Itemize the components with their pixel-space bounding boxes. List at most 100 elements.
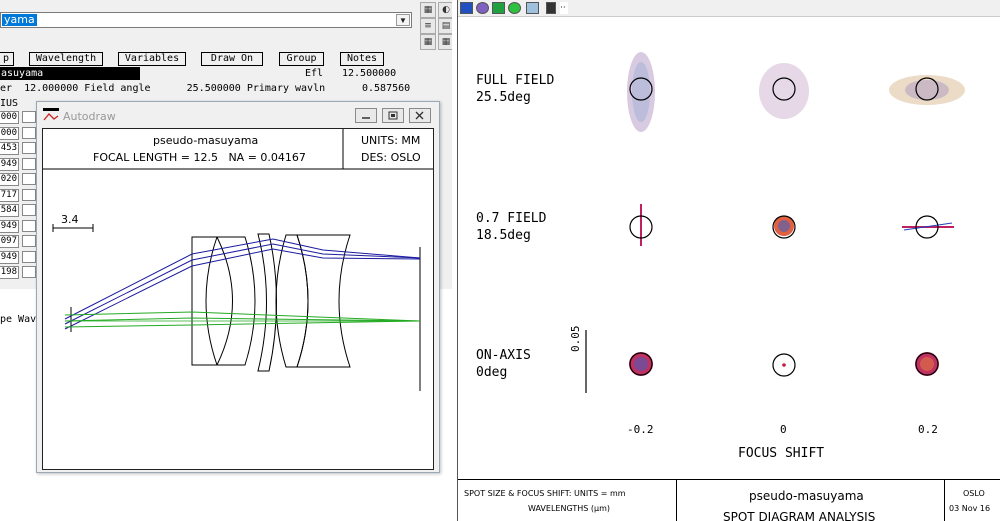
spot-full-field-pos — [889, 75, 965, 105]
graphics-toolbar: ⋅⋅ — [458, 0, 1000, 17]
variable-checkbox[interactable] — [22, 266, 36, 278]
autodraw-titlebar[interactable]: Autodraw — [37, 102, 439, 128]
focus-shift-label: FOCUS SHIFT — [738, 446, 825, 461]
grid-2-icon[interactable]: ▦ — [420, 34, 436, 50]
variable-checkbox[interactable] — [22, 142, 36, 154]
drawing-designer: DES: OSLO — [361, 151, 421, 164]
footer-left-cell: SPOT SIZE & FOCUS SHIFT: UNITS = mm WAVE… — [458, 480, 677, 521]
variable-checkbox[interactable] — [22, 250, 36, 263]
variable-checkbox[interactable] — [22, 157, 36, 170]
radius-cell[interactable]: 717 — [0, 188, 19, 202]
spot-full-field-neg — [627, 52, 655, 132]
table-row: 020 — [0, 173, 40, 189]
close-button[interactable] — [409, 108, 431, 123]
autodraw-icon — [43, 108, 59, 121]
grid-icon[interactable]: ▦ — [420, 2, 436, 18]
list-icon[interactable]: ≡ — [420, 18, 436, 34]
wavelength-button[interactable]: Wavelength — [29, 52, 103, 66]
drawing-focal-info: FOCAL LENGTH = 12.5 NA = 0.04167 — [93, 151, 306, 164]
radius-cell[interactable]: 198 — [0, 266, 19, 279]
spot-on-axis-zero — [772, 353, 796, 377]
group-button[interactable]: Group — [279, 52, 324, 66]
lens-drawing-canvas: pseudo-masuyama FOCAL LENGTH = 12.5 NA =… — [42, 128, 434, 470]
table-row: 949 — [0, 157, 40, 174]
lens-combo-text: yama — [2, 13, 37, 26]
drawing-units: UNITS: MM — [361, 134, 421, 147]
window-title: Autodraw — [63, 110, 116, 123]
lens-icon[interactable]: ◐ — [438, 2, 452, 18]
table-row: 949 — [0, 219, 40, 236]
table-row: 949 — [0, 250, 40, 267]
chevron-down-icon[interactable]: ▼ — [396, 14, 410, 26]
settings-icon[interactable] — [492, 2, 505, 14]
minimize-button[interactable] — [355, 108, 377, 123]
table-row: 453 — [0, 142, 40, 158]
footer-mid-cell: pseudo-masuyama SPOT DIAGRAM ANALYSIS — [677, 480, 945, 521]
radius-cell[interactable]: 097 — [0, 235, 19, 248]
radius-cell[interactable]: 453 — [0, 142, 19, 155]
scale-bar-label: 3.4 — [61, 213, 79, 226]
lens-name-field[interactable]: asuyama — [0, 67, 140, 80]
gear-icon[interactable] — [508, 2, 521, 14]
spot-diagram-window: ⋅⋅ FULL FIELD 25.5deg 0.7 FIELD 18.5deg ON… — [457, 0, 1000, 521]
radius-cell[interactable]: 000 — [0, 111, 19, 124]
spot-full-field-zero — [759, 63, 809, 119]
table-icon[interactable]: ▤ — [438, 18, 452, 34]
footer-right-cell: OSLO 03 Nov 16 — [945, 480, 1000, 521]
chart-icon[interactable] — [526, 2, 539, 14]
grid-3-icon[interactable]: ▦ — [438, 34, 452, 50]
spot-icon[interactable] — [476, 2, 489, 14]
radius-cell[interactable]: 584 — [0, 204, 19, 217]
table-row: 717 — [0, 188, 40, 205]
table-row: 097 — [0, 235, 40, 251]
spot-diagram-plot — [585, 52, 965, 393]
variable-checkbox[interactable] — [22, 188, 36, 201]
spot-on-axis-neg — [629, 352, 653, 376]
lens-selector-combo[interactable]: yama ▼ — [0, 12, 412, 28]
footer-date: 03 Nov 16 — [949, 504, 991, 513]
pointer-icon[interactable] — [546, 2, 556, 14]
radius-cell[interactable]: 949 — [0, 250, 19, 264]
lens-layout-drawing — [43, 129, 433, 391]
autodraw-window: Autodraw pseudo-masuyama FOCAL LENGTH = … — [36, 101, 440, 473]
wavefront-label: pe Wav — [0, 314, 37, 325]
field-info-row: er 12.000000 Field angle 25.500000 Prima… — [0, 83, 326, 94]
surface-table: 000 000 453 949 020 717 584 949 097 949 … — [0, 111, 40, 282]
table-row: 584 — [0, 204, 40, 220]
variable-checkbox[interactable] — [22, 219, 36, 232]
plot-footer: SPOT SIZE & FOCUS SHIFT: UNITS = mm WAVE… — [458, 479, 1000, 521]
variable-checkbox[interactable] — [22, 111, 36, 123]
spot-mid-field-zero — [772, 215, 796, 239]
focus-tick-zero: 0 — [780, 423, 787, 436]
notes-button[interactable]: Notes — [340, 52, 384, 66]
spreadsheet-button-row: p Wavelength Variables Draw On Group Not… — [0, 52, 452, 66]
efl-label: Efl — [305, 68, 324, 79]
spot-mid-field-neg — [629, 204, 653, 246]
variables-button[interactable]: Variables — [118, 52, 186, 66]
restore-icon — [388, 111, 398, 120]
setup-button[interactable]: p — [0, 52, 14, 66]
draw-on-button[interactable]: Draw On — [201, 52, 263, 66]
more-icon[interactable]: ⋅⋅ — [560, 2, 568, 14]
variable-checkbox[interactable] — [22, 126, 36, 139]
close-icon — [415, 111, 424, 120]
footer-program: OSLO — [963, 489, 985, 498]
radius-cell[interactable]: 000 — [0, 126, 19, 140]
radius-cell[interactable]: 949 — [0, 219, 19, 233]
radius-cell[interactable]: 020 — [0, 173, 19, 186]
restore-button[interactable] — [382, 108, 404, 123]
table-row: 198 — [0, 266, 40, 282]
footer-analysis-title: SPOT DIAGRAM ANALYSIS — [723, 510, 876, 521]
units-note: SPOT SIZE & FOCUS SHIFT: UNITS = mm — [464, 489, 626, 498]
window-icon[interactable] — [460, 2, 473, 14]
variable-checkbox[interactable] — [22, 204, 36, 216]
radius-cell[interactable]: 949 — [0, 157, 19, 171]
footer-lens-name: pseudo-masuyama — [749, 489, 864, 503]
radius-header: IUS — [0, 98, 19, 109]
spot-mid-field-pos — [902, 215, 954, 239]
minimize-icon — [362, 117, 370, 119]
spot-on-axis-pos — [915, 352, 939, 376]
variable-checkbox[interactable] — [22, 235, 36, 247]
efl-value: 12.500000 — [342, 68, 397, 79]
variable-checkbox[interactable] — [22, 173, 36, 185]
